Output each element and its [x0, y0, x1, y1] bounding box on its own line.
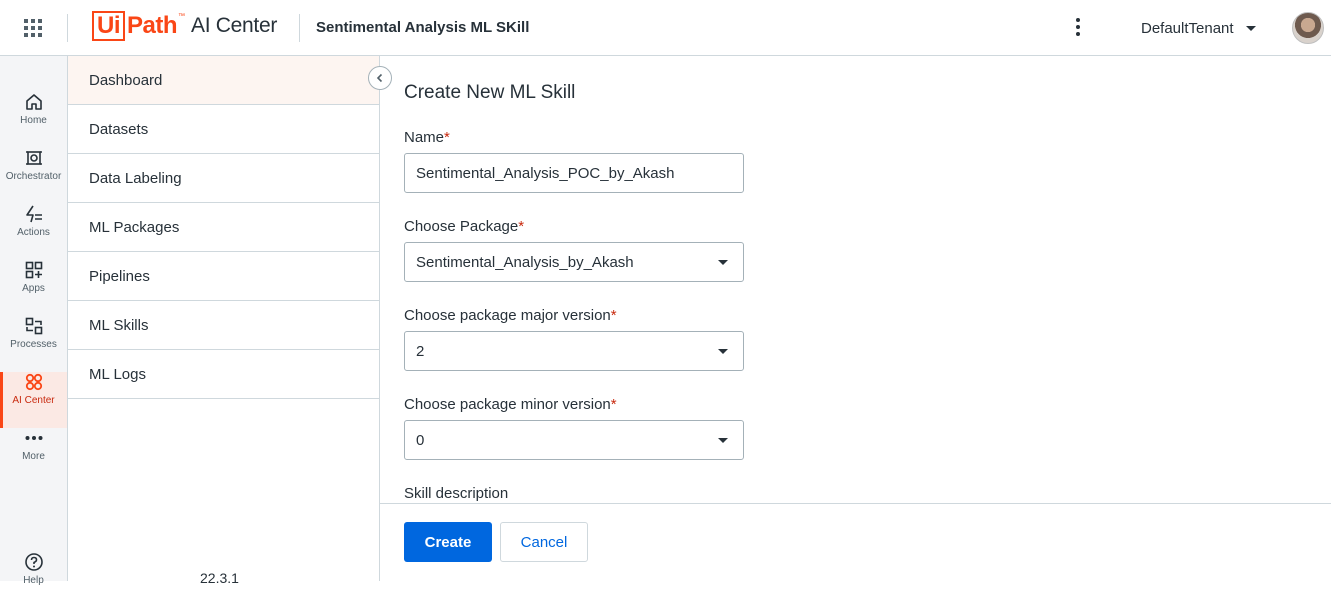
apps-icon: [25, 261, 42, 279]
rail-item-ai-center[interactable]: AI Center: [0, 372, 67, 428]
minor-version-value: 0: [416, 431, 425, 449]
required-marker: *: [518, 218, 525, 235]
version-label: 22.3.1: [200, 570, 239, 586]
package-select[interactable]: Sentimental_Analysis_by_Akash: [404, 242, 744, 282]
sidebar-item-data-labeling[interactable]: Data Labeling: [68, 154, 379, 203]
tenant-selector[interactable]: DefaultTenant: [1141, 17, 1256, 39]
create-ml-skill-form: Create New ML Skill Name* Sentimental_An…: [380, 56, 1331, 503]
name-input-value: Sentimental_Analysis_POC_by_Akash: [416, 164, 675, 182]
skill-description-label: Skill description: [404, 485, 509, 502]
sidebar-item-ml-logs[interactable]: ML Logs: [68, 350, 379, 399]
sidebar-item-pipelines[interactable]: Pipelines: [68, 252, 379, 301]
sidebar-item-ml-packages[interactable]: ML Packages: [68, 203, 379, 252]
required-marker: *: [610, 307, 617, 324]
rail-label: Actions: [17, 227, 50, 238]
home-icon: [25, 94, 42, 110]
minor-version-select[interactable]: 0: [404, 420, 744, 460]
rail-label: Processes: [10, 339, 57, 350]
required-marker: *: [444, 129, 450, 146]
ai-center-icon: [25, 373, 42, 391]
rail-label: Home: [20, 115, 47, 126]
help-icon: [24, 553, 43, 571]
caret-down-icon: [1245, 25, 1256, 31]
logo-trademark: ™: [178, 13, 186, 20]
caret-down-icon: [718, 438, 728, 443]
major-version-label: Choose package major version*: [404, 307, 617, 324]
sidebar-item-datasets[interactable]: Datasets: [68, 105, 379, 154]
package-select-value: Sentimental_Analysis_by_Akash: [416, 253, 634, 271]
rail-label: AI Center: [12, 395, 55, 406]
caret-down-icon: [718, 349, 728, 354]
logo-product-name: AI Center: [191, 14, 278, 37]
sidebar-item-dashboard[interactable]: Dashboard: [68, 56, 379, 105]
grid-apps-icon[interactable]: [22, 17, 44, 39]
label-text: Choose Package: [404, 218, 519, 235]
tenant-name: DefaultTenant: [1141, 19, 1234, 37]
rail-item-apps[interactable]: Apps: [0, 260, 67, 316]
cancel-button[interactable]: Cancel: [500, 522, 588, 562]
rail-label: Orchestrator: [5, 171, 62, 182]
header-divider: [299, 14, 300, 42]
top-header: Ui Path ™ AI Center Sentimental Analysis…: [0, 0, 1331, 56]
page-title: Sentimental Analysis ML SKill: [316, 19, 530, 36]
rail-item-more[interactable]: More: [0, 428, 67, 484]
more-icon: [25, 436, 42, 440]
global-nav-rail: Home Orchestrator Actions Apps Processes…: [0, 56, 68, 586]
avatar[interactable]: [1292, 12, 1324, 44]
form-footer: Create Cancel: [380, 503, 1331, 581]
major-version-value: 2: [416, 342, 425, 360]
rail-item-processes[interactable]: Processes: [0, 316, 67, 372]
actions-icon: [25, 205, 42, 223]
label-text: Name: [404, 129, 445, 146]
minor-version-label: Choose package minor version*: [404, 396, 617, 413]
name-input[interactable]: Sentimental_Analysis_POC_by_Akash: [404, 153, 744, 193]
rail-item-orchestrator[interactable]: Orchestrator: [0, 148, 67, 204]
rail-item-help[interactable]: Help: [0, 552, 67, 608]
package-label: Choose Package*: [404, 218, 524, 235]
name-label: Name*: [404, 129, 450, 146]
logo-path-text: Path: [127, 12, 178, 39]
rail-label: Apps: [22, 283, 45, 294]
required-marker: *: [610, 396, 617, 413]
rail-item-home[interactable]: Home: [0, 92, 67, 148]
form-title: Create New ML Skill: [404, 82, 576, 103]
rail-item-actions[interactable]: Actions: [0, 204, 67, 260]
rail-label: More: [22, 451, 45, 462]
collapse-sidebar-button[interactable]: [368, 66, 392, 90]
caret-down-icon: [718, 260, 728, 265]
logo-ui-mark: Ui: [92, 11, 125, 41]
create-button[interactable]: Create: [404, 522, 492, 562]
sidebar-item-ml-skills[interactable]: ML Skills: [68, 301, 379, 350]
label-text: Choose package minor version: [404, 396, 611, 413]
label-text: Choose package major version: [404, 307, 611, 324]
major-version-select[interactable]: 2: [404, 331, 744, 371]
ai-center-sidebar: Dashboard Datasets Data Labeling ML Pack…: [68, 56, 380, 581]
processes-icon: [25, 317, 42, 335]
uipath-logo[interactable]: Ui Path ™ AI Center: [92, 9, 277, 43]
orchestrator-icon: [25, 151, 42, 165]
chevron-left-icon: [376, 73, 383, 83]
header-divider: [67, 14, 68, 42]
kebab-menu-icon[interactable]: [1070, 16, 1086, 38]
